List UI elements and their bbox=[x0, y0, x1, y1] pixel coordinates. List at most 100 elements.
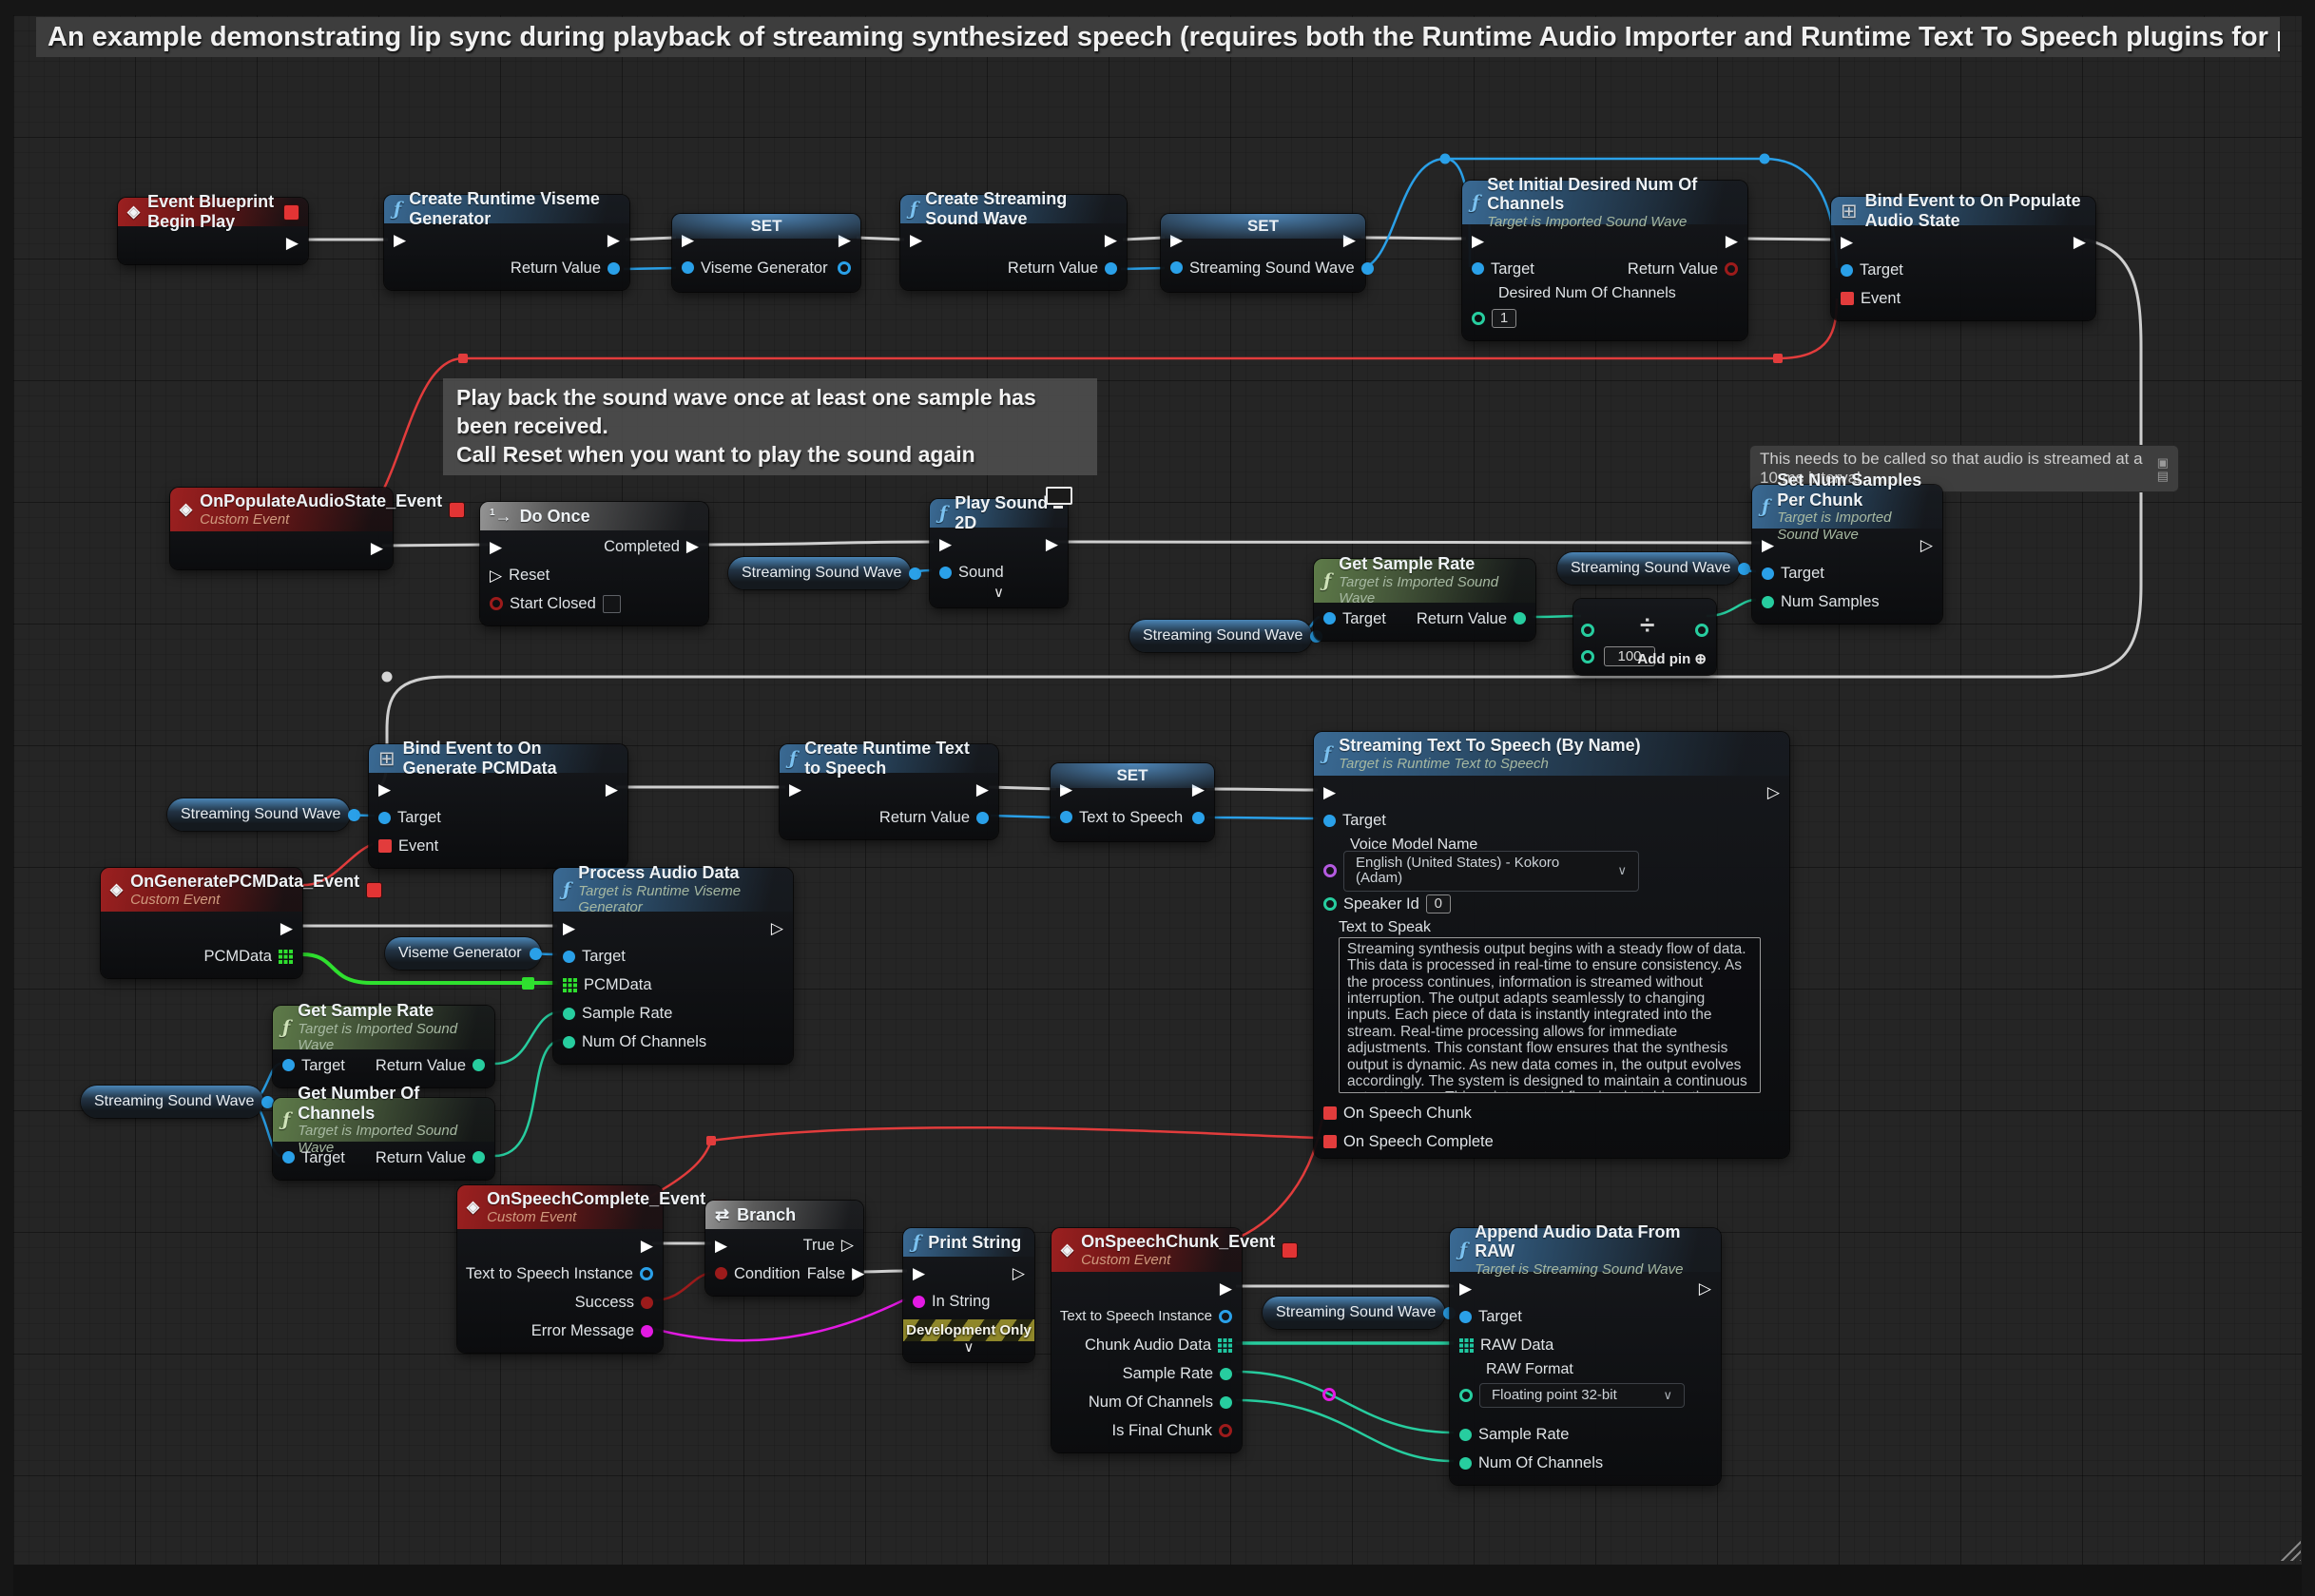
exec-out-pin[interactable]: ▶ bbox=[641, 1238, 653, 1254]
node-set-streaming-sound-wave[interactable]: SET ▶▶ Streaming Sound Wave bbox=[1161, 214, 1365, 292]
return-value-pin[interactable] bbox=[1725, 262, 1738, 276]
exec-out-pin[interactable]: ▶ bbox=[1105, 232, 1117, 248]
node-print-string[interactable]: ƒ Print String ▶▷ In String Development … bbox=[903, 1228, 1034, 1362]
text-to-speak-input[interactable]: Streaming synthesis output begins with a… bbox=[1339, 937, 1761, 1093]
return-value-pin[interactable] bbox=[1105, 262, 1117, 275]
exec-out-pin[interactable]: ▶ bbox=[1220, 1280, 1232, 1297]
variable-out-pin[interactable] bbox=[909, 567, 921, 580]
speaker-id-pin[interactable] bbox=[1323, 897, 1337, 911]
node-set-num-samples-per-chunk[interactable]: ƒ Set Num Samples Per ChunkTarget is Imp… bbox=[1752, 485, 1942, 624]
node-do-once[interactable]: 1→ Do Once ▶Completed▶ ▷Reset Start Clos… bbox=[480, 502, 708, 625]
target-pin[interactable] bbox=[563, 951, 575, 963]
false-exec-out-pin[interactable]: ▶ bbox=[852, 1265, 864, 1281]
node-set-viseme-generator[interactable]: SET ▶▶ Viseme Generator bbox=[672, 214, 860, 292]
node-process-audio-data[interactable]: ƒ Process Audio DataTarget is Runtime Vi… bbox=[553, 868, 793, 1064]
text-to-speech-instance-pin[interactable] bbox=[1219, 1310, 1232, 1323]
num-of-channels-pin[interactable] bbox=[1459, 1457, 1472, 1470]
exec-in-pin[interactable]: ▶ bbox=[715, 1238, 727, 1254]
return-value-pin[interactable] bbox=[976, 812, 989, 824]
node-on-generate-pcmdata-event[interactable]: ◈ OnGeneratePCMData_EventCustom Event ▶ … bbox=[101, 868, 302, 978]
node-streaming-text-to-speech[interactable]: ƒ Streaming Text To Speech (By Name)Targ… bbox=[1314, 732, 1789, 1158]
viseme-generator-in-pin[interactable] bbox=[682, 261, 694, 274]
exec-out-pin[interactable]: ▶ bbox=[2074, 234, 2086, 250]
exec-out-pin[interactable]: ▶ bbox=[371, 540, 383, 556]
delegate-square-icon[interactable] bbox=[1283, 1243, 1297, 1258]
target-pin[interactable] bbox=[378, 812, 391, 824]
exec-in-pin[interactable]: ▶ bbox=[1323, 784, 1336, 800]
variable-streaming-sound-wave[interactable]: Streaming Sound Wave bbox=[1129, 620, 1312, 652]
node-set-initial-desired-num-of-channels[interactable]: ƒ Set Initial Desired Num Of ChannelsTar… bbox=[1462, 181, 1747, 340]
delegate-square-icon[interactable] bbox=[367, 883, 381, 897]
num-of-channels-pin[interactable] bbox=[1220, 1396, 1232, 1409]
divide-input-b-pin[interactable] bbox=[1581, 650, 1594, 663]
node-create-runtime-viseme-generator[interactable]: ƒ Create Runtime Viseme Generator ▶▶ Ret… bbox=[384, 195, 629, 290]
exec-out-pin[interactable]: ▶ bbox=[1046, 536, 1058, 552]
return-value-pin[interactable] bbox=[473, 1059, 485, 1071]
node-bind-event-on-populate-audio-state[interactable]: ⊞ Bind Event to On Populate Audio State … bbox=[1831, 197, 2095, 320]
exec-out-pin[interactable]: ▶ bbox=[608, 232, 620, 248]
variable-out-pin[interactable] bbox=[348, 809, 360, 821]
node-get-sample-rate[interactable]: ƒ Get Sample RateTarget is Imported Soun… bbox=[1314, 559, 1535, 641]
node-append-audio-data-from-raw[interactable]: ƒ Append Audio Data From RAWTarget is St… bbox=[1450, 1228, 1721, 1485]
target-pin[interactable] bbox=[1762, 567, 1774, 580]
exec-out-pin[interactable]: ▷ bbox=[771, 920, 783, 936]
variable-streaming-sound-wave[interactable]: Streaming Sound Wave bbox=[728, 557, 911, 589]
node-get-number-of-channels[interactable]: ƒ Get Number Of ChannelsTarget is Import… bbox=[273, 1098, 494, 1180]
return-value-pin[interactable] bbox=[473, 1151, 485, 1163]
speaker-id-input[interactable]: 0 bbox=[1426, 894, 1451, 914]
node-on-populate-audio-state-event[interactable]: ◈ OnPopulateAudioState_EventCustom Event… bbox=[170, 488, 393, 569]
variable-viseme-generator[interactable]: Viseme Generator bbox=[385, 937, 541, 970]
exec-in-pin[interactable]: ▶ bbox=[789, 781, 801, 798]
pcmdata-array-pin[interactable] bbox=[563, 978, 577, 992]
target-pin[interactable] bbox=[282, 1059, 295, 1071]
target-pin[interactable] bbox=[1323, 815, 1336, 827]
exec-out-pin[interactable]: ▷ bbox=[1013, 1265, 1025, 1281]
condition-pin[interactable] bbox=[715, 1267, 727, 1279]
is-final-chunk-pin[interactable] bbox=[1219, 1424, 1232, 1437]
variable-streaming-sound-wave[interactable]: Streaming Sound Wave bbox=[81, 1086, 263, 1118]
divide-input-a-pin[interactable] bbox=[1581, 624, 1594, 637]
true-exec-out-pin[interactable]: ▷ bbox=[841, 1237, 854, 1253]
text-to-speech-instance-pin[interactable] bbox=[640, 1267, 653, 1280]
screen-icon[interactable]: ▤ bbox=[2157, 470, 2169, 482]
exec-in-pin[interactable]: ▶ bbox=[1841, 234, 1853, 250]
num-samples-pin[interactable] bbox=[1762, 596, 1774, 608]
exec-out-pin[interactable]: ▶ bbox=[976, 781, 989, 798]
text-to-speak-pin[interactable] bbox=[1322, 1388, 1336, 1401]
exec-in-pin[interactable]: ▶ bbox=[378, 781, 391, 798]
variable-out-pin[interactable] bbox=[530, 948, 542, 960]
exec-out-pin[interactable]: ▷ bbox=[1920, 537, 1933, 553]
node-create-streaming-sound-wave[interactable]: ƒ Create Streaming Sound Wave ▶▶ Return … bbox=[900, 195, 1127, 290]
streaming-sound-wave-out-pin[interactable] bbox=[1361, 262, 1374, 275]
on-speech-chunk-pin[interactable] bbox=[1323, 1106, 1337, 1120]
variable-out-pin[interactable] bbox=[1738, 563, 1750, 575]
desired-num-of-channels-pin[interactable] bbox=[1472, 312, 1485, 325]
sample-rate-pin[interactable] bbox=[563, 1008, 575, 1020]
reset-exec-in-pin[interactable]: ▷ bbox=[490, 567, 502, 584]
num-of-channels-pin[interactable] bbox=[563, 1036, 575, 1048]
event-pin[interactable] bbox=[378, 839, 392, 853]
target-pin[interactable] bbox=[1323, 612, 1336, 625]
exec-out-pin[interactable]: ▷ bbox=[1699, 1280, 1711, 1297]
pin-icon[interactable]: ▣ bbox=[2157, 456, 2169, 469]
target-pin[interactable] bbox=[1459, 1311, 1472, 1323]
target-pin[interactable] bbox=[282, 1151, 295, 1163]
exec-in-pin[interactable]: ▶ bbox=[394, 232, 406, 248]
pcmdata-array-pin[interactable] bbox=[279, 950, 293, 964]
graph-comment-banner[interactable]: An example demonstrating lip sync during… bbox=[36, 17, 2280, 57]
streaming-sound-wave-in-pin[interactable] bbox=[1170, 261, 1183, 274]
in-string-pin[interactable] bbox=[913, 1296, 925, 1308]
return-value-pin[interactable] bbox=[1514, 612, 1526, 625]
expand-chevron-icon[interactable]: ∨ bbox=[903, 1341, 1034, 1355]
node-play-sound-2d[interactable]: ƒ Play Sound 2D ▶▶ Sound ∨ bbox=[930, 499, 1068, 607]
exec-out-pin[interactable]: ▶ bbox=[286, 235, 299, 251]
start-closed-pin[interactable] bbox=[490, 597, 503, 610]
success-pin[interactable] bbox=[641, 1297, 653, 1309]
node-on-speech-complete-event[interactable]: ◈ OnSpeechComplete_EventCustom Event ▶ T… bbox=[457, 1185, 663, 1353]
viseme-generator-out-pin[interactable] bbox=[838, 261, 851, 275]
delegate-square-icon[interactable] bbox=[284, 205, 299, 220]
exec-in-pin[interactable]: ▶ bbox=[939, 536, 952, 552]
voice-model-name-pin[interactable] bbox=[1323, 864, 1337, 877]
node-set-text-to-speech[interactable]: SET ▶▶ Text to Speech bbox=[1051, 763, 1214, 841]
target-pin[interactable] bbox=[1472, 262, 1484, 275]
